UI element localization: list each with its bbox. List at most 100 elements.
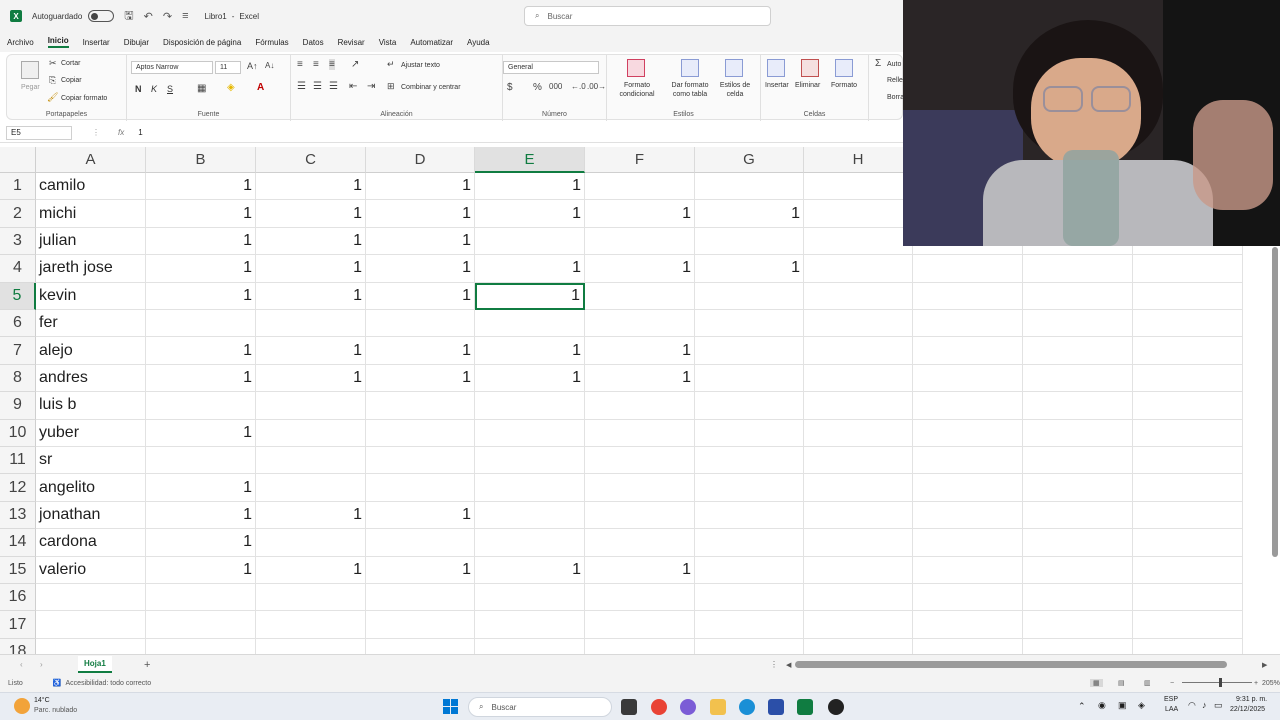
format-cells-button[interactable]: Formato [831,82,857,89]
italic-button[interactable]: K [151,84,157,94]
cell-name[interactable]: alejo [36,337,146,365]
column-header-a[interactable]: A [36,147,146,173]
cell-value[interactable]: 1 [695,200,804,228]
horizontal-scrollbar[interactable] [795,661,1227,668]
edge-icon[interactable] [739,699,755,715]
cell-value[interactable]: 1 [585,337,695,365]
cell-value[interactable] [475,611,585,639]
cell-empty[interactable] [1023,364,1133,393]
wrap-text-button[interactable]: Ajustar texto [401,62,440,69]
cell-value[interactable]: 1 [256,173,366,201]
cell-value[interactable]: 1 [146,529,256,557]
cell-empty[interactable] [1133,337,1243,365]
task-view-icon[interactable] [621,699,637,715]
cell-value[interactable]: 1 [256,364,366,393]
cell-value[interactable] [366,392,475,420]
row-header[interactable]: 8 [0,364,36,393]
cell-name[interactable]: yuber [36,419,146,447]
cell-empty[interactable] [1023,255,1133,283]
thousands-icon[interactable]: 000 [549,82,562,91]
menu-insertar[interactable]: Insertar [83,38,110,47]
cell-value[interactable]: 1 [475,337,585,365]
row-header[interactable]: 1 [0,173,36,201]
cell-empty[interactable] [913,611,1023,639]
cell-value[interactable] [695,556,804,584]
scroll-right-icon[interactable]: ▶ [1262,661,1267,669]
cell-empty[interactable] [1023,474,1133,502]
zoom-level[interactable]: 205% [1262,680,1280,687]
cell-empty[interactable] [804,529,913,557]
cell-value[interactable] [585,227,695,256]
cell-value[interactable] [146,447,256,475]
cell-value[interactable] [585,529,695,557]
cell-empty[interactable] [913,255,1023,283]
cell-value[interactable] [695,310,804,338]
cell-value[interactable]: 1 [475,173,585,201]
cell-value[interactable]: 1 [366,337,475,365]
cell-name[interactable]: valerio [36,556,146,584]
cell-value[interactable] [256,529,366,557]
tray-app2-icon[interactable]: ▣ [1118,700,1127,711]
cell-value[interactable] [256,611,366,639]
wifi-icon[interactable]: ◠ [1188,700,1196,711]
name-box[interactable]: E5 [6,125,72,140]
cell-value[interactable] [695,611,804,639]
cell-value[interactable] [695,337,804,365]
cell-value[interactable] [585,173,695,201]
cell-value[interactable] [256,584,366,612]
cell-value[interactable]: 1 [475,255,585,283]
zoom-out-icon[interactable]: − [1170,680,1174,687]
cell-value[interactable] [695,501,804,530]
column-header-e[interactable]: E [475,147,585,173]
cell-value[interactable]: 1 [146,419,256,447]
page-layout-icon[interactable]: ▤ [1118,679,1125,687]
vertical-scrollbar[interactable] [1272,247,1278,557]
row-header[interactable]: 10 [0,419,36,447]
cell-value[interactable] [256,419,366,447]
cell-empty[interactable] [804,200,913,228]
cell-value[interactable]: 1 [146,227,256,256]
cell-value[interactable]: 1 [146,474,256,502]
cell-value[interactable]: 1 [146,364,256,393]
cell-value[interactable] [146,638,256,654]
cell-empty[interactable] [1023,529,1133,557]
chrome-icon[interactable] [651,699,667,715]
cell-value[interactable] [585,419,695,447]
row-header[interactable]: 4 [0,255,36,283]
battery-icon[interactable]: ▭ [1214,700,1223,711]
cell-value[interactable]: 1 [146,556,256,584]
cell-empty[interactable] [913,419,1023,447]
prev-sheet-icon[interactable]: ‹ [20,660,23,669]
cell-value[interactable] [585,611,695,639]
paste-label[interactable]: Pegar [21,84,40,91]
cell-value[interactable] [695,447,804,475]
row-header[interactable]: 12 [0,474,36,502]
cell-value[interactable] [585,310,695,338]
number-format-select[interactable]: General [503,61,599,74]
excel-taskbar-icon[interactable] [797,699,813,715]
cell-value[interactable]: 1 [475,200,585,228]
row-header[interactable]: 9 [0,392,36,420]
cell-empty[interactable] [1023,419,1133,447]
clock-date[interactable]: 22/12/2025 [1230,706,1265,713]
cut-button[interactable]: Cortar [61,60,80,67]
cell-name[interactable]: angelito [36,474,146,502]
cell-value[interactable] [695,227,804,256]
app-taskbar-icon[interactable] [828,699,844,715]
copilot-icon[interactable] [680,699,696,715]
cell-value[interactable]: 1 [366,173,475,201]
cell-name[interactable]: andres [36,364,146,393]
row-header[interactable]: 18 [0,638,36,654]
cell-empty[interactable] [1133,310,1243,338]
cell-value[interactable]: 1 [256,227,366,256]
cell-empty[interactable] [1133,584,1243,612]
cell-name[interactable]: julian [36,227,146,256]
cell-empty[interactable] [804,173,913,201]
cell-empty[interactable] [804,556,913,584]
volume-icon[interactable]: ♪ [1202,700,1207,710]
align-bottom-icon[interactable]: ≡ [329,59,335,70]
cell-empty[interactable] [913,638,1023,654]
column-header-h[interactable]: H [804,147,913,173]
cell-value[interactable]: 1 [146,337,256,365]
cell-value[interactable] [475,584,585,612]
